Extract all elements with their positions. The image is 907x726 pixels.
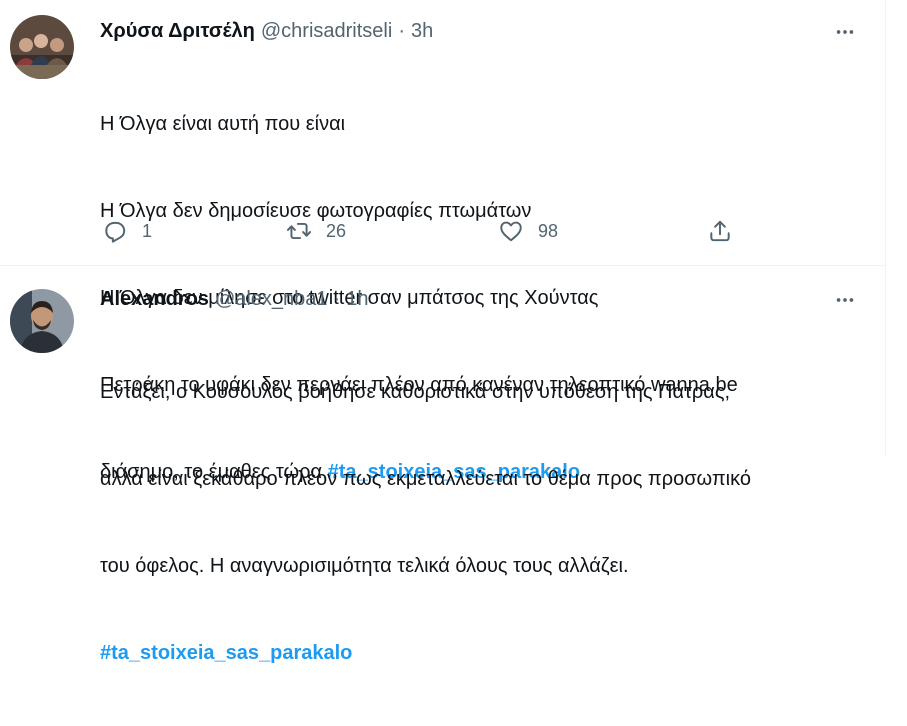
tweet-text-line: αλλά είναι ξεκάθαρο πλέον πως εκμεταλλεύ…	[100, 468, 752, 490]
user-handle[interactable]: @alex_nba1	[215, 288, 328, 311]
tweet[interactable]: Χρύσα Δριτσέλη @chrisadritseli · 3h Η Όλ…	[0, 0, 885, 483]
tweet-text: Εντάξει, ο Κουσουλός βοήθησε καθοριστικά…	[100, 320, 825, 726]
timestamp[interactable]: 3h	[411, 20, 433, 43]
separator-dot: ·	[333, 288, 341, 310]
tweet-content: Χρύσα Δριτσέλη @chrisadritseli · 3h Η Όλ…	[100, 0, 885, 483]
heart-icon	[500, 221, 522, 242]
tweet-text-line: Η Όλγα είναι αυτή που είναι	[100, 113, 346, 135]
tweet-content: Alexandros @alex_nba1 · 1h Εντάξει, ο Κο…	[100, 266, 885, 664]
tweet-header: Alexandros @alex_nba1 · 1h	[100, 288, 368, 311]
more-options-button[interactable]	[833, 20, 857, 44]
retweet-button[interactable]: 26	[286, 218, 346, 244]
like-count: 98	[538, 220, 559, 241]
timeline-feed: Χρύσα Δριτσέλη @chrisadritseli · 3h Η Όλ…	[0, 0, 886, 664]
reply-button[interactable]: 1	[102, 218, 152, 244]
tweet-text-line: #ta_stoixeia_sas_parakalo	[100, 639, 825, 668]
avatar-person-photo-icon	[10, 289, 74, 353]
display-name[interactable]: Χρύσα Δριτσέλη	[100, 20, 255, 43]
more-options-icon	[836, 298, 854, 302]
separator-dot: ·	[398, 20, 405, 42]
share-icon	[710, 220, 730, 242]
reply-icon	[105, 221, 126, 243]
share-button[interactable]	[707, 218, 733, 244]
avatar[interactable]	[10, 15, 74, 79]
tweet-header: Χρύσα Δριτσέλη @chrisadritseli · 3h	[100, 20, 433, 43]
more-options-button[interactable]	[833, 288, 857, 312]
tweet-text-line: Εντάξει, ο Κουσουλός βοήθησε καθοριστικά…	[100, 381, 731, 403]
avatar-column	[0, 0, 100, 265]
retweet-count: 26	[326, 220, 347, 241]
tweet-text-line: του όφελος. Η αναγνωρισιμότητα τελικά όλ…	[100, 555, 629, 577]
avatar-column	[0, 266, 100, 466]
display-name[interactable]: Alexandros	[100, 288, 209, 311]
user-handle[interactable]: @chrisadritseli	[261, 20, 392, 43]
like-button[interactable]: 98	[498, 218, 558, 244]
tweet-actions: 1 26 98	[100, 218, 740, 248]
tweet[interactable]: Alexandros @alex_nba1 · 1h Εντάξει, ο Κο…	[0, 266, 885, 664]
timestamp[interactable]: 1h	[346, 288, 368, 311]
more-options-icon	[836, 30, 854, 34]
avatar[interactable]	[10, 289, 74, 353]
reply-count: 1	[142, 220, 153, 241]
hashtag-link[interactable]: #ta_stoixeia_sas_parakalo	[100, 642, 352, 664]
retweet-icon	[286, 222, 312, 240]
avatar-group-photo-icon	[10, 15, 74, 79]
